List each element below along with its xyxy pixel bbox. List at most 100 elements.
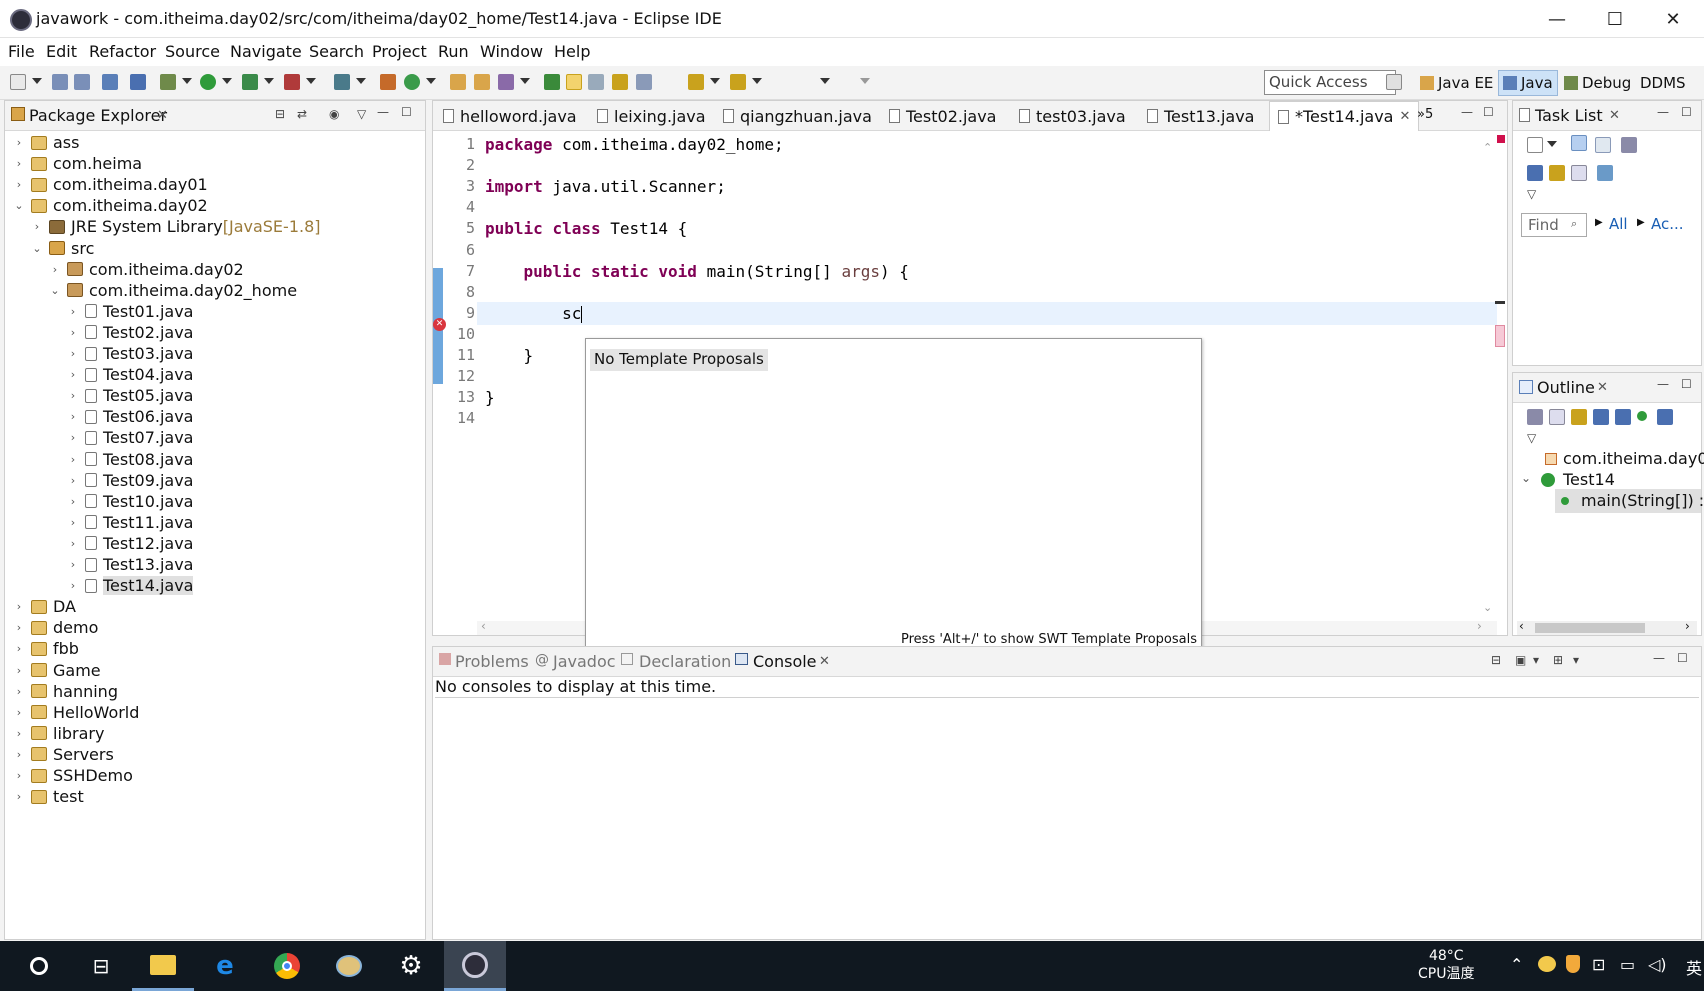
search-icon[interactable] <box>498 74 514 90</box>
editor-tab-test13[interactable]: Test13.java <box>1139 101 1262 131</box>
open-console-icon[interactable]: ⊞ <box>1553 653 1563 667</box>
maximize-button[interactable]: ☐ <box>1586 0 1644 38</box>
expand-arrow-icon[interactable]: › <box>13 748 25 761</box>
focus-active-task-icon[interactable] <box>1527 409 1543 425</box>
expand-arrow-icon[interactable]: › <box>67 579 79 592</box>
block-selection-icon[interactable] <box>636 74 652 90</box>
tree-item[interactable]: ⌄ com.itheima.day02 <box>13 194 207 217</box>
tree-item[interactable]: › Test02.java <box>67 321 194 344</box>
menu-help[interactable]: Help <box>554 42 590 61</box>
expand-arrow-icon[interactable]: › <box>67 347 79 360</box>
tree-item[interactable]: › demo <box>13 616 99 639</box>
close-tab-icon[interactable]: ✕ <box>1399 109 1410 124</box>
error-overview-marker[interactable] <box>1497 135 1505 143</box>
close-button[interactable]: ✕ <box>1644 0 1702 38</box>
tree-item[interactable]: › Test06.java <box>67 405 194 428</box>
outline-package[interactable]: com.itheima.day02_home <box>1563 449 1704 468</box>
tree-item[interactable]: › Test05.java <box>67 384 194 407</box>
open-task-icon[interactable] <box>474 74 490 90</box>
eclipse-taskbar-button[interactable] <box>444 941 506 991</box>
network-icon[interactable]: ▭ <box>1620 955 1635 974</box>
expand-arrow-icon[interactable]: › <box>67 410 79 423</box>
view-menu-icon[interactable]: ▽ <box>1527 431 1536 445</box>
expand-arrow-icon[interactable]: › <box>13 790 25 803</box>
tree-item[interactable]: › DA <box>13 595 76 618</box>
expand-arrow-icon[interactable]: › <box>67 431 79 444</box>
categorized-icon[interactable] <box>1571 135 1587 151</box>
pin-console-icon[interactable]: ⊟ <box>1491 653 1501 667</box>
expand-arrow-icon[interactable]: › <box>13 157 25 170</box>
expand-arrow-icon[interactable]: › <box>67 326 79 339</box>
error-icon[interactable]: ✕ <box>433 318 446 331</box>
editor-tab-qiangzhuan[interactable]: qiangzhuan.java <box>715 101 880 131</box>
outline-scrollbar[interactable]: ‹ › <box>1517 619 1697 635</box>
new-task-dropdown-icon[interactable] <box>1547 141 1557 147</box>
synchronize-icon[interactable] <box>1571 165 1587 181</box>
coverage-icon[interactable] <box>242 74 258 90</box>
collapse-tasks-icon[interactable] <box>1549 165 1565 181</box>
minimize-view-icon[interactable]: — <box>1653 651 1665 665</box>
expand-arrow-icon[interactable]: › <box>49 263 61 276</box>
annotation-icon[interactable] <box>544 74 560 90</box>
tree-item[interactable]: › Test03.java <box>67 342 194 365</box>
scroll-left-icon[interactable]: ‹ <box>481 619 486 633</box>
menu-project[interactable]: Project <box>372 42 427 61</box>
tree-item[interactable]: › SSHDemo <box>13 764 133 787</box>
external-tools-dropdown-icon[interactable] <box>306 78 316 84</box>
maximize-editor-icon[interactable]: ☐ <box>1483 105 1494 119</box>
word-wrap-icon[interactable] <box>612 74 628 90</box>
tree-item[interactable]: › Test07.java <box>67 426 194 449</box>
tree-item[interactable]: ⌄ com.itheima.day02_home <box>49 279 297 302</box>
console-icon[interactable] <box>102 74 118 90</box>
all-tasks-link[interactable]: All <box>1609 215 1628 233</box>
expand-arrow-icon[interactable]: › <box>13 642 25 655</box>
editor-tab-test02[interactable]: Test02.java <box>881 101 1004 131</box>
hide-completed-icon[interactable] <box>1527 165 1543 181</box>
editor-tab-leixing[interactable]: leixing.java <box>589 101 714 131</box>
close-view-icon[interactable]: ✕ <box>157 108 168 123</box>
display-console-icon[interactable]: ▣ <box>1515 653 1526 667</box>
expand-arrow-icon[interactable]: › <box>13 136 25 149</box>
expand-arrow-icon[interactable]: › <box>67 537 79 550</box>
settings-button[interactable]: ⚙ <box>380 941 442 991</box>
expand-arrow-icon[interactable]: › <box>13 727 25 740</box>
tab-console[interactable]: Console <box>753 652 817 671</box>
editor-tab-test03[interactable]: test03.java <box>1011 101 1134 131</box>
expand-arrow-icon[interactable]: › <box>67 495 79 508</box>
find-search-icon[interactable]: ⌕ <box>1571 217 1577 231</box>
editor-tab-test14[interactable]: *Test14.java ✕ <box>1269 101 1420 131</box>
expand-arrow-icon[interactable]: › <box>31 220 43 233</box>
previous-annotation-dropdown-icon[interactable] <box>752 78 762 84</box>
paint-button[interactable] <box>318 941 380 991</box>
collapse-arrow-icon[interactable]: ⌄ <box>49 284 61 297</box>
perspective-debug[interactable]: Debug <box>1560 70 1635 96</box>
minimize-view-icon[interactable]: — <box>1657 105 1669 119</box>
new-task-icon[interactable] <box>1527 137 1543 153</box>
search-dropdown-icon[interactable] <box>520 78 530 84</box>
perspective-ddms[interactable]: DDMS <box>1636 70 1690 96</box>
server-dropdown-icon[interactable] <box>356 78 366 84</box>
previous-annotation-icon[interactable] <box>730 74 746 90</box>
tree-item[interactable]: › ass <box>13 131 80 154</box>
coverage-dropdown-icon[interactable] <box>264 78 274 84</box>
link-with-editor-icon[interactable]: ⇄ <box>297 107 307 121</box>
view-menu-icon[interactable]: ▽ <box>357 107 366 121</box>
tab-problems[interactable]: Problems <box>455 652 529 671</box>
expand-arrow-icon[interactable]: › <box>13 685 25 698</box>
menu-refactor[interactable]: Refactor <box>89 42 156 61</box>
package-explorer-title[interactable]: Package Explorer <box>29 106 167 125</box>
outline-method-row[interactable]: main(String[]) : void <box>1555 489 1704 513</box>
maximize-view-icon[interactable]: ☐ <box>1677 651 1688 665</box>
expand-arrow-icon[interactable]: › <box>67 453 79 466</box>
edge-button[interactable]: e <box>194 941 256 991</box>
perspective-java[interactable]: Java <box>1498 70 1558 96</box>
highlight-icon[interactable] <box>566 74 582 90</box>
tree-item[interactable]: › HelloWorld <box>13 701 140 724</box>
new-class-dropdown-icon[interactable] <box>426 78 436 84</box>
expand-arrow-icon[interactable]: › <box>13 178 25 191</box>
hide-static-icon[interactable] <box>1615 409 1631 425</box>
scroll-thumb[interactable] <box>1535 623 1645 633</box>
debug-icon[interactable] <box>160 74 176 90</box>
next-annotation-dropdown-icon[interactable] <box>710 78 720 84</box>
next-annotation-icon[interactable] <box>688 74 704 90</box>
